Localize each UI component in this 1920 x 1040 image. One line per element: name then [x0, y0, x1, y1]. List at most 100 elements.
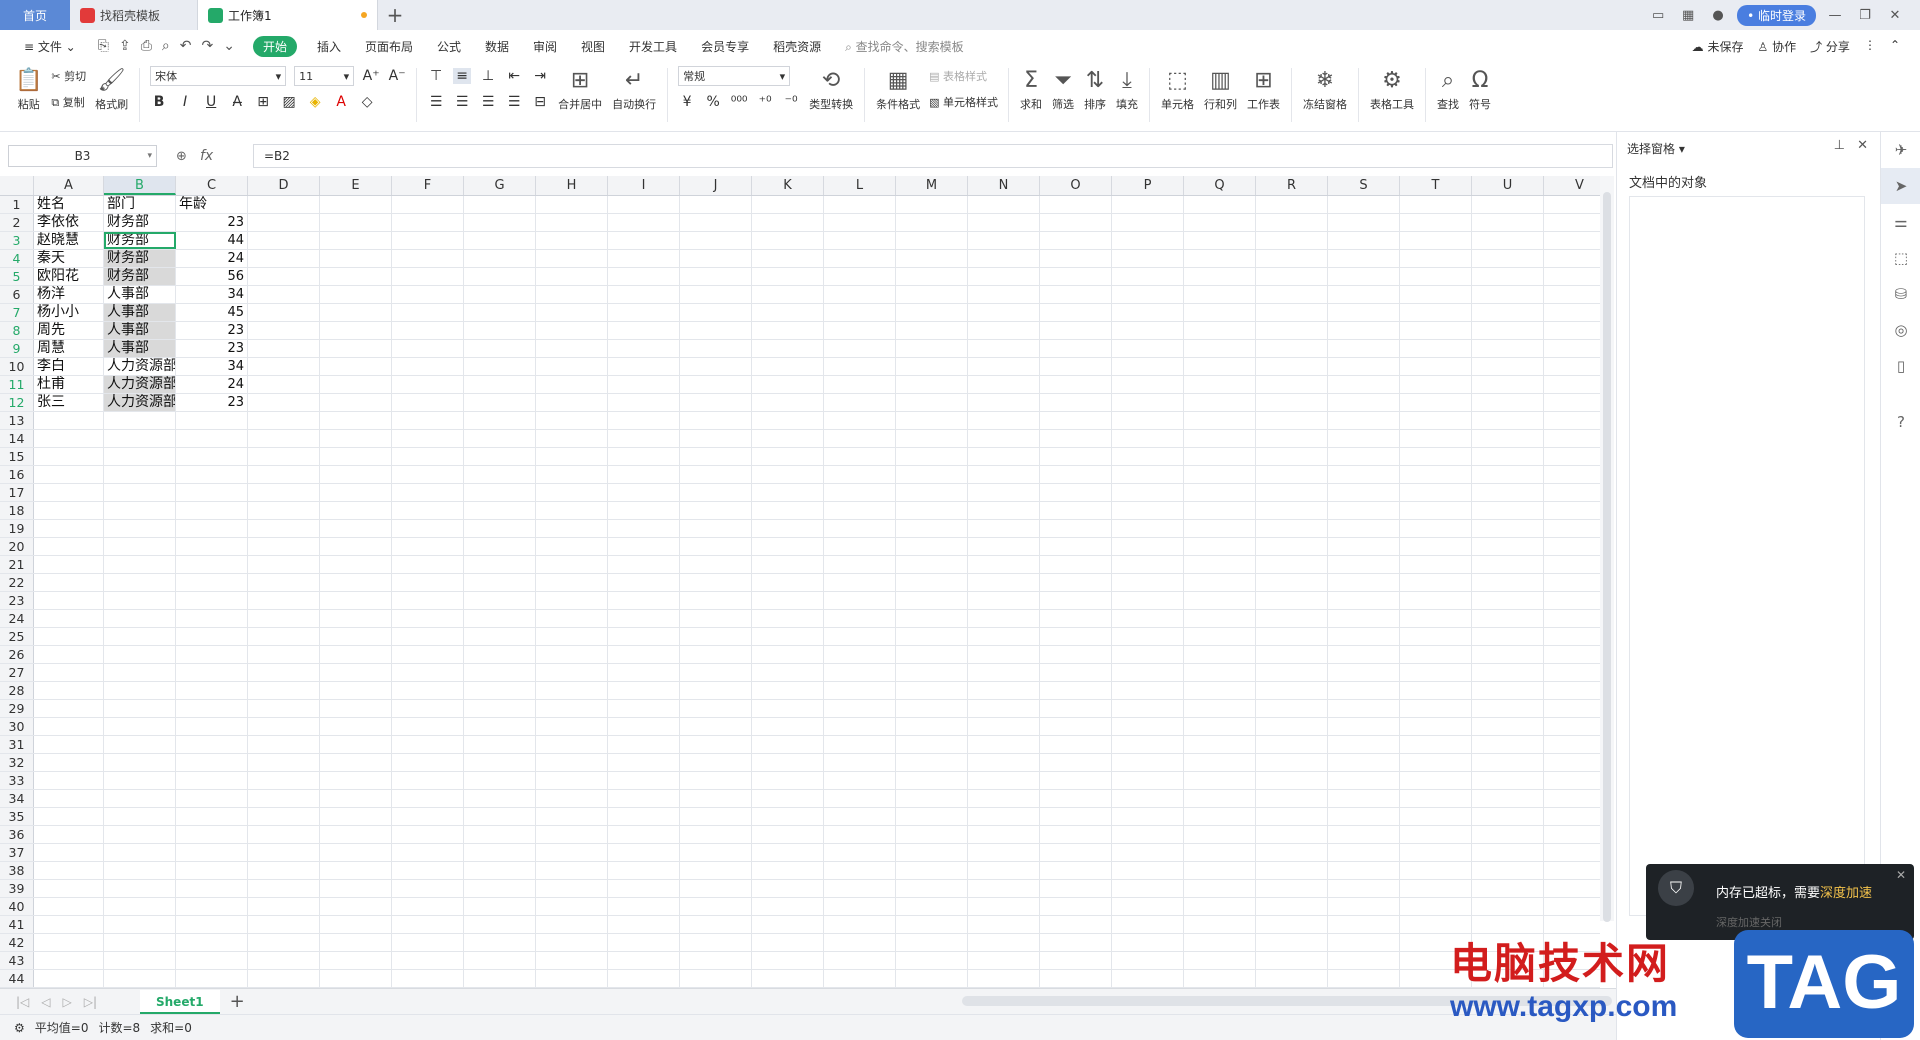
cell[interactable] [1256, 610, 1328, 627]
cell[interactable] [1256, 214, 1328, 231]
cell[interactable] [1256, 664, 1328, 681]
cell[interactable] [248, 376, 320, 393]
cell[interactable] [1256, 772, 1328, 789]
cell[interactable] [248, 916, 320, 933]
cell[interactable] [34, 826, 104, 843]
cell[interactable] [320, 268, 392, 285]
border-icon[interactable]: ⊞ [254, 94, 272, 110]
cell[interactable] [968, 322, 1040, 339]
cell[interactable] [1040, 646, 1112, 663]
cell[interactable] [752, 322, 824, 339]
cell[interactable] [104, 430, 176, 447]
cell[interactable] [176, 970, 248, 987]
cell[interactable] [896, 664, 968, 681]
cell[interactable] [1040, 664, 1112, 681]
cell[interactable] [824, 250, 896, 267]
cell[interactable] [680, 268, 752, 285]
cell[interactable] [1472, 736, 1544, 753]
cell[interactable] [1040, 790, 1112, 807]
cell[interactable] [1544, 628, 1600, 645]
cell[interactable] [1400, 772, 1472, 789]
indent-decrease-icon[interactable]: ⇤ [505, 68, 523, 84]
cell[interactable] [1544, 466, 1600, 483]
cell[interactable] [1328, 466, 1400, 483]
cell[interactable] [1328, 592, 1400, 609]
cell[interactable] [176, 700, 248, 717]
cell[interactable] [752, 358, 824, 375]
cell[interactable] [464, 610, 536, 627]
cell[interactable] [176, 682, 248, 699]
cell[interactable] [320, 214, 392, 231]
cell[interactable] [1256, 376, 1328, 393]
cell[interactable] [248, 790, 320, 807]
cell[interactable] [1040, 232, 1112, 249]
cell[interactable] [320, 844, 392, 861]
cell[interactable] [392, 700, 464, 717]
cell[interactable] [824, 826, 896, 843]
cell[interactable] [680, 286, 752, 303]
cell[interactable] [1256, 970, 1328, 987]
cell[interactable] [176, 862, 248, 879]
first-sheet-icon[interactable]: |◁ [16, 995, 29, 1009]
cell[interactable] [680, 664, 752, 681]
cell[interactable] [1472, 268, 1544, 285]
cell[interactable] [896, 304, 968, 321]
cell[interactable] [608, 502, 680, 519]
formula-input[interactable]: =B2 [253, 144, 1613, 168]
cell[interactable] [320, 862, 392, 879]
row-header[interactable]: 43 [0, 952, 34, 969]
cell[interactable] [680, 592, 752, 609]
cell[interactable] [608, 736, 680, 753]
cell[interactable]: 年龄 [176, 196, 248, 213]
cell[interactable] [34, 430, 104, 447]
cell[interactable] [464, 340, 536, 357]
cell[interactable] [752, 682, 824, 699]
cell[interactable] [968, 538, 1040, 555]
cell[interactable]: 张三 [34, 394, 104, 411]
cell[interactable] [176, 466, 248, 483]
cursor-icon[interactable]: ➤ [1881, 168, 1920, 204]
cell[interactable] [1256, 736, 1328, 753]
cell[interactable] [1400, 250, 1472, 267]
cell[interactable] [248, 484, 320, 501]
cell[interactable] [1112, 628, 1184, 645]
cell[interactable] [1328, 772, 1400, 789]
decimal-increase-icon[interactable]: ⁺⁰ [756, 94, 774, 110]
cell[interactable] [896, 448, 968, 465]
cell[interactable] [968, 448, 1040, 465]
cell[interactable] [176, 556, 248, 573]
tab-data[interactable]: 数据 [473, 38, 521, 55]
cell[interactable] [320, 574, 392, 591]
cell[interactable] [320, 628, 392, 645]
cell[interactable] [392, 916, 464, 933]
cell[interactable] [104, 916, 176, 933]
font-name-select[interactable]: 宋体 ▾ [150, 66, 287, 86]
freeze-button[interactable]: ❄ 冻结窗格 [1298, 66, 1352, 128]
cell[interactable] [1256, 250, 1328, 267]
cell[interactable] [1112, 196, 1184, 213]
cell[interactable] [608, 808, 680, 825]
cell[interactable] [536, 538, 608, 555]
cell[interactable] [176, 844, 248, 861]
cell[interactable] [392, 682, 464, 699]
unsaved-button[interactable]: ☁ 未保存 [1692, 38, 1744, 55]
cell[interactable] [968, 664, 1040, 681]
tab-page-layout[interactable]: 页面布局 [353, 38, 425, 55]
close-icon[interactable]: ✕ [1857, 138, 1868, 153]
strike-icon[interactable]: A̶ [228, 94, 246, 110]
cell[interactable] [104, 808, 176, 825]
cell[interactable] [1040, 592, 1112, 609]
cell[interactable] [1400, 862, 1472, 879]
cell[interactable] [1472, 898, 1544, 915]
row-header[interactable]: 28 [0, 682, 34, 699]
cell[interactable] [392, 286, 464, 303]
cell[interactable] [392, 232, 464, 249]
sliders-icon[interactable]: ⚌ [1881, 204, 1920, 240]
cell[interactable] [1328, 808, 1400, 825]
cell[interactable] [752, 556, 824, 573]
cell[interactable] [896, 934, 968, 951]
cell[interactable] [824, 682, 896, 699]
cell[interactable] [824, 754, 896, 771]
cell[interactable] [1040, 700, 1112, 717]
redo-icon[interactable]: ↷ [201, 38, 213, 54]
